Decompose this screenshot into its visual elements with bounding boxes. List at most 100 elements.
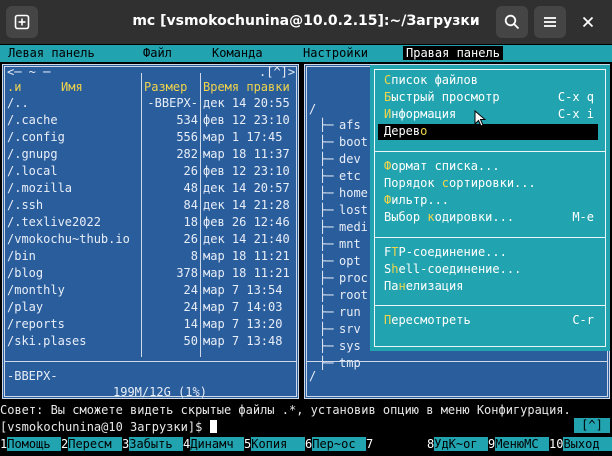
fkey-4[interactable]: 4Динамч — [183, 437, 245, 454]
menu-hotkey-letter: н — [398, 279, 406, 293]
file-row[interactable]: /.gnupg 282 мар 18 11:37 — [3, 147, 298, 164]
menu-hotkey-letter: Ф — [384, 193, 392, 207]
file-row[interactable]: /.mozilla 48 дек 14 20:57 — [3, 181, 298, 198]
fkey-5[interactable]: 5Копия — [244, 437, 306, 454]
menu-command[interactable]: Команда — [212, 46, 263, 60]
menu-separator — [374, 237, 606, 238]
fkey-3[interactable]: 3Забыть — [122, 437, 184, 454]
menu-item[interactable]: Список файлов — [378, 73, 598, 89]
close-icon — [582, 16, 594, 28]
file-row[interactable]: /bin 8 мар 18 11:21 — [3, 249, 298, 266]
header-size[interactable]: Размер — [144, 80, 187, 94]
menu-item[interactable]: Дерево — [378, 124, 598, 140]
dir-name: opt — [339, 254, 361, 268]
window-titlebar: mc [vsmokochunina@10.0.2.15]:~/Загрузки — [0, 0, 612, 44]
right-panel-root-text: / — [309, 102, 317, 116]
file-row[interactable]: /monthly 24 мар 7 13:54 — [3, 283, 298, 300]
menu-options[interactable]: Настройки — [303, 46, 368, 60]
close-button[interactable] — [572, 6, 604, 38]
fkey-2[interactable]: 2Пересм — [61, 437, 123, 454]
command-line[interactable]: [vsmokochunina@10 Загрузки]$ — [0, 420, 612, 434]
file-row[interactable]: /.ssh 84 дек 14 21:28 — [3, 198, 298, 215]
scroll-indicator[interactable]: [^] — [574, 418, 610, 433]
header-name[interactable]: Имя — [61, 80, 83, 94]
file-row[interactable]: /ski.plases 50 мар 7 13:48 — [3, 334, 298, 351]
file-row[interactable]: /.cache 534 фев 12 23:10 — [3, 113, 298, 130]
file-size: 24 — [183, 300, 198, 314]
file-row[interactable]: /.. -ВВЕРХ-дек 14 20:55 — [3, 96, 298, 113]
menu-item-label: Пересмотреть — [384, 313, 471, 327]
left-panel[interactable]: <─ ~ ─ .[^]> .и Имя Размер Время правки … — [2, 64, 299, 399]
file-row[interactable]: /vmokochu~thub.io 26 дек 14 21:40 — [3, 232, 298, 249]
menu-separator — [374, 305, 606, 306]
menu-item[interactable]: Формат списка... — [378, 159, 598, 175]
header-time[interactable]: Время правки — [203, 80, 290, 94]
file-row[interactable]: /.config 556 мар 1 17:45 — [3, 130, 298, 147]
fkey-9[interactable]: 9МенюМС — [488, 437, 550, 454]
fkey-10[interactable]: 10Выход — [549, 437, 612, 454]
menu-left-panel[interactable]: Левая панель — [8, 46, 95, 60]
file-name: /.texlive2022 — [7, 215, 101, 229]
menu-item[interactable]: Пересмотреть C-r — [378, 313, 598, 329]
fkey-7[interactable]: 7 — [366, 437, 427, 454]
menu-separator — [374, 151, 606, 152]
file-row[interactable]: /blog 378 мар 18 11:21 — [3, 266, 298, 283]
fkey-6[interactable]: 6Пер~ос — [305, 437, 367, 454]
search-button[interactable] — [496, 6, 528, 38]
file-size: 14 — [183, 317, 198, 331]
file-time: мар 7 13:54 — [203, 283, 283, 297]
file-row[interactable]: /reports 14 мар 7 13:20 — [3, 317, 298, 334]
file-name: /reports — [7, 317, 65, 331]
file-time: фев 12 23:10 — [203, 164, 290, 178]
window-title: mc [vsmokochunina@10.0.2.15]:~/Загрузки — [132, 13, 480, 29]
menu-item[interactable]: Быстрый просмотр C-x q — [378, 90, 598, 106]
dir-name: srv — [339, 322, 361, 336]
menu-item[interactable]: Фильтр... — [378, 193, 598, 209]
file-time: фев 12 23:10 — [203, 113, 290, 127]
menu-hotkey-letter: И — [384, 107, 392, 121]
file-name: /vmokochu~thub.io — [7, 232, 130, 246]
file-time: мар 18 11:37 — [203, 147, 290, 161]
file-name: /bin — [7, 249, 36, 263]
dir-name: etc — [339, 169, 361, 183]
menu-item[interactable]: Shell-соединение... — [378, 262, 598, 278]
left-panel-footer: -ВВЕРХ- — [3, 369, 298, 386]
menu-item-label: Формат списка... — [384, 159, 500, 173]
tree-branch: ├─ — [319, 322, 334, 336]
menu-item-label: Информация — [384, 107, 457, 121]
fkey-number: 5 — [244, 437, 252, 451]
tree-branch: ├─ — [319, 203, 334, 217]
file-size: 556 — [176, 130, 198, 144]
file-name: /monthly — [7, 283, 65, 297]
file-name: /.. — [7, 96, 29, 110]
fkey-number: 6 — [305, 437, 313, 451]
menu-button[interactable] — [534, 6, 566, 38]
fkey-label: Копия — [251, 437, 306, 451]
file-time: мар 7 13:20 — [203, 317, 283, 331]
menu-file[interactable]: Файл — [143, 46, 172, 60]
menu-item[interactable]: Порядок сортировки... — [378, 176, 598, 192]
menu-item-label: FTP-соединение... — [384, 245, 507, 259]
header-sort[interactable]: .и — [7, 80, 21, 94]
menu-shortcut: C-x q — [557, 90, 594, 104]
fkey-1[interactable]: 1Помощь — [0, 437, 62, 454]
fkey-8[interactable]: 8УдК~ог — [427, 437, 489, 454]
dir-name: run — [339, 305, 361, 319]
file-row[interactable]: /.texlive2022 18 фев 26 12:46 — [3, 215, 298, 232]
tree-branch: ├─ — [319, 271, 334, 285]
mouse-cursor-icon — [474, 110, 486, 127]
new-tab-button[interactable] — [6, 6, 38, 38]
menu-item-label: Панелизация — [384, 279, 464, 293]
left-panel-history[interactable]: .[^]> — [259, 65, 295, 79]
dir-name: medi — [339, 220, 368, 234]
menu-item[interactable]: Выбор кодировки... M-e — [378, 210, 598, 226]
menu-item[interactable]: Панелизация — [378, 279, 598, 295]
menu-right-panel[interactable]: Правая панель — [403, 46, 503, 60]
file-row[interactable]: /.local 26 фев 12 23:10 — [3, 164, 298, 181]
menu-item-label: Быстрый просмотр — [384, 90, 500, 104]
file-name: /.mozilla — [7, 181, 73, 195]
mc-menubar: Левая панель Файл Команда Настройки Прав… — [0, 45, 612, 62]
menu-item[interactable]: FTP-соединение... — [378, 245, 598, 261]
file-row[interactable]: /play 24 мар 7 14:03 — [3, 300, 298, 317]
menu-item[interactable]: Информация C-x i — [378, 107, 598, 123]
